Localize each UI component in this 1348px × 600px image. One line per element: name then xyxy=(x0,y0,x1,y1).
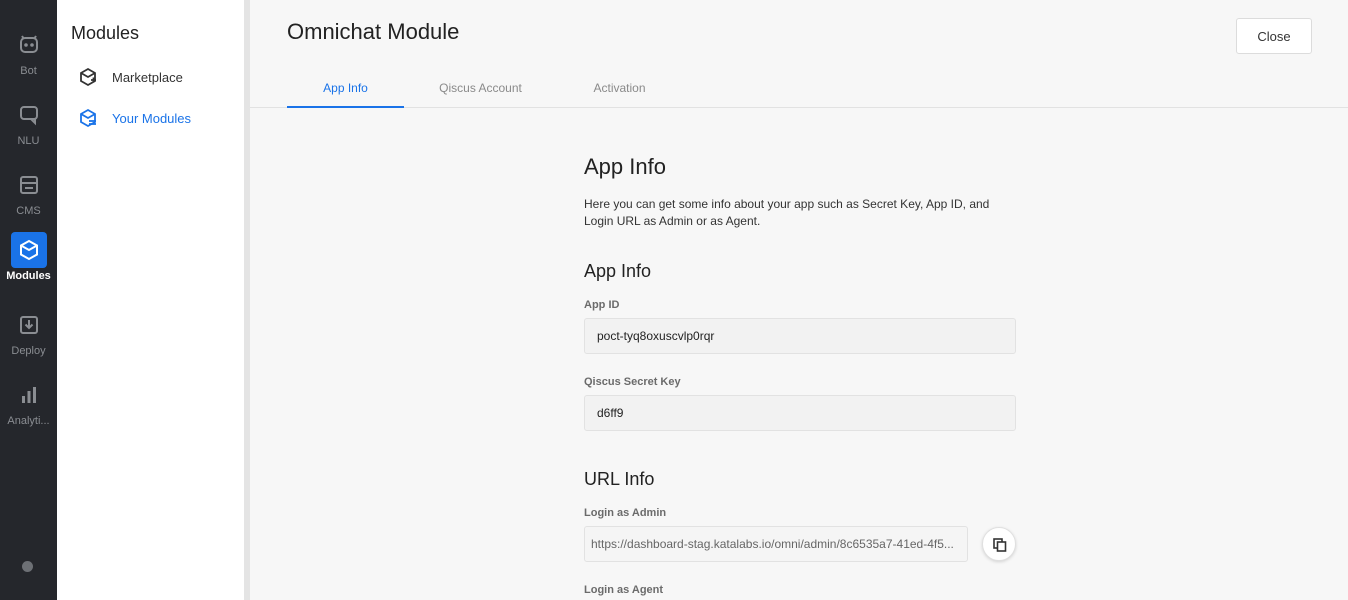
copy-admin-url-button[interactable] xyxy=(982,527,1016,561)
rail-item-nlu[interactable]: NLU xyxy=(0,97,57,157)
modules-icon xyxy=(10,232,47,268)
rail-item-deploy[interactable]: Deploy xyxy=(0,307,57,367)
sidebar-item-your-modules[interactable]: Your Modules xyxy=(77,106,191,130)
rail-item-cms[interactable]: CMS xyxy=(0,167,57,227)
bot-icon xyxy=(11,27,47,63)
info-icon[interactable] xyxy=(22,561,33,572)
your-modules-icon xyxy=(77,107,99,129)
page-title: Omnichat Module xyxy=(287,19,460,44)
rail-item-label: CMS xyxy=(16,205,41,217)
app-info-heading: App Info xyxy=(584,261,652,281)
secret-key-field[interactable] xyxy=(584,395,1016,431)
section-heading: App Info xyxy=(584,154,666,179)
login-agent-label: Login as Agent xyxy=(584,584,664,596)
tab-activation[interactable]: Activation xyxy=(561,70,678,108)
deploy-icon xyxy=(11,307,47,343)
tab-app-info[interactable]: App Info xyxy=(287,70,404,108)
rail-item-label: NLU xyxy=(17,135,40,147)
marketplace-icon xyxy=(77,66,99,88)
rail-item-label: Bot xyxy=(20,65,37,77)
rail-item-modules[interactable]: Modules xyxy=(0,232,57,292)
modules-sidebar: Modules Marketplace Your Modules xyxy=(57,0,244,600)
rail-item-analytics[interactable]: Analyti... xyxy=(0,377,57,437)
main-panel: Omnichat Module Close App Info Qiscus Ac… xyxy=(250,0,1348,600)
close-button[interactable]: Close xyxy=(1236,18,1312,54)
login-admin-label: Login as Admin xyxy=(584,507,667,519)
main-nav-rail: Bot NLU CMS Modules Deploy Analyti... xyxy=(0,0,57,600)
rail-item-label: Modules xyxy=(6,270,51,282)
app-id-field[interactable] xyxy=(584,318,1016,354)
cms-icon xyxy=(11,167,47,203)
app-id-label: App ID xyxy=(584,299,620,311)
secret-key-label: Qiscus Secret Key xyxy=(584,376,681,388)
nlu-icon xyxy=(11,97,47,133)
sidebar-item-marketplace[interactable]: Marketplace xyxy=(77,65,183,89)
url-info-heading: URL Info xyxy=(584,469,655,489)
sidebar-title: Modules xyxy=(71,23,140,43)
sidebar-item-label: Your Modules xyxy=(112,110,192,126)
rail-item-bot[interactable]: Bot xyxy=(0,27,57,87)
sidebar-item-label: Marketplace xyxy=(112,69,183,85)
rail-item-label: Deploy xyxy=(11,345,46,357)
copy-icon xyxy=(993,538,1007,552)
analytics-icon xyxy=(11,377,47,413)
rail-item-label: Analyti... xyxy=(7,415,50,427)
tab-qiscus-account[interactable]: Qiscus Account xyxy=(422,70,539,108)
tab-bar: App Info Qiscus Account Activation xyxy=(250,70,1348,108)
login-admin-field[interactable] xyxy=(584,526,968,562)
section-description: Here you can get some info about your ap… xyxy=(584,197,990,228)
